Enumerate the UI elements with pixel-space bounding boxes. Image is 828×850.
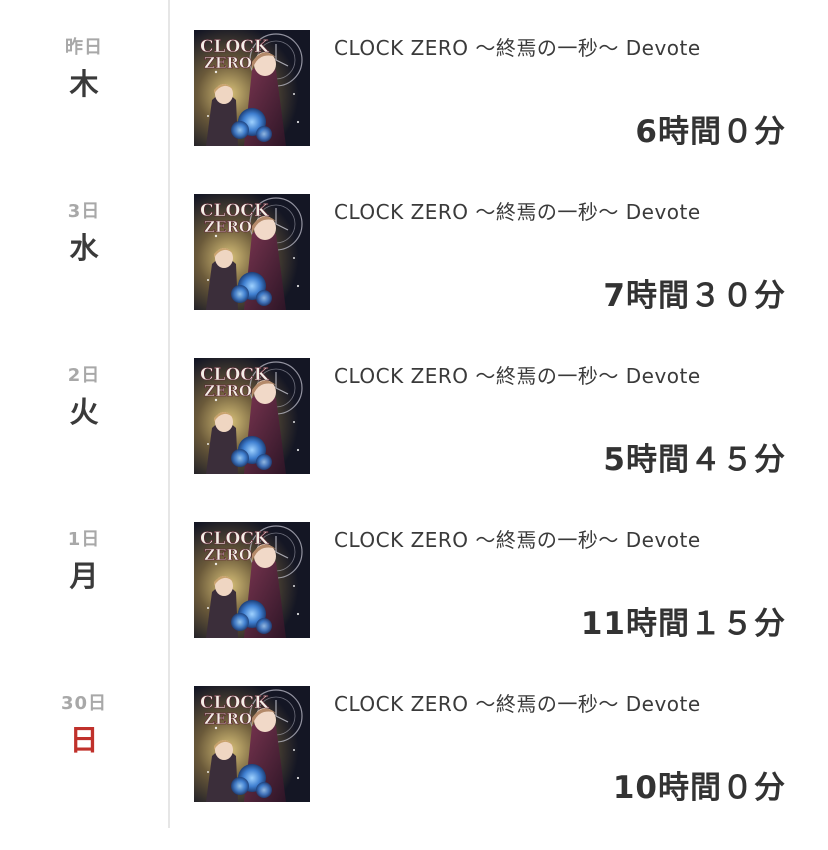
svg-text:ZERO: ZERO xyxy=(204,54,252,72)
game-title[interactable]: CLOCK ZERO 〜終焉の一秒〜 Devote xyxy=(334,360,701,389)
svg-text:ZERO: ZERO xyxy=(204,710,252,728)
play-duration: 7時間３０分 xyxy=(603,278,786,314)
play-history-list: 昨日 木 CLOCK ZERO CLOCK ZERO 〜終焉の一秒〜 Devot… xyxy=(0,0,828,850)
list-item[interactable]: 昨日 木 CLOCK ZERO CLOCK ZERO 〜終焉の一秒〜 Devot… xyxy=(0,30,828,194)
game-cover-image[interactable]: CLOCK ZERO xyxy=(194,522,310,638)
play-duration: 10時間０分 xyxy=(612,770,786,806)
game-cover-image[interactable]: CLOCK ZERO xyxy=(194,686,310,802)
date-column: 2日 火 xyxy=(0,358,168,431)
game-cover-image[interactable]: CLOCK ZERO xyxy=(194,358,310,474)
weekday-label: 火 xyxy=(69,395,99,429)
date-column: 1日 月 xyxy=(0,522,168,595)
game-title[interactable]: CLOCK ZERO 〜終焉の一秒〜 Devote xyxy=(334,196,701,225)
date-label: 3日 xyxy=(67,201,101,222)
weekday-label: 月 xyxy=(69,559,99,593)
game-title[interactable]: CLOCK ZERO 〜終焉の一秒〜 Devote xyxy=(334,524,701,553)
play-duration: 11時間１５分 xyxy=(580,606,786,642)
date-column: 昨日 木 xyxy=(0,30,168,103)
svg-text:ZERO: ZERO xyxy=(204,382,252,400)
play-duration: 5時間４５分 xyxy=(603,442,786,478)
date-label: 30日 xyxy=(60,693,108,714)
game-cover-image[interactable]: CLOCK ZERO xyxy=(194,30,310,146)
weekday-label: 水 xyxy=(69,231,99,265)
list-item[interactable]: 1日 月 CLOCK ZERO CLOCK ZERO 〜終焉の一秒〜 Devot… xyxy=(0,522,828,686)
date-column: 30日 日 xyxy=(0,686,168,759)
weekday-label: 日 xyxy=(69,723,99,757)
list-item[interactable]: 30日 日 CLOCK ZERO CLOCK ZERO 〜終焉の一秒〜 Devo… xyxy=(0,686,828,850)
list-item[interactable]: 3日 水 CLOCK ZERO CLOCK ZERO 〜終焉の一秒〜 Devot… xyxy=(0,194,828,358)
svg-text:ZERO: ZERO xyxy=(204,218,252,236)
date-label: 1日 xyxy=(67,529,101,550)
game-cover-image[interactable]: CLOCK ZERO xyxy=(194,194,310,310)
date-label: 昨日 xyxy=(65,37,103,58)
weekday-label: 木 xyxy=(69,67,99,101)
game-title[interactable]: CLOCK ZERO 〜終焉の一秒〜 Devote xyxy=(334,32,701,61)
date-column: 3日 水 xyxy=(0,194,168,267)
game-title[interactable]: CLOCK ZERO 〜終焉の一秒〜 Devote xyxy=(334,688,701,717)
list-item[interactable]: 2日 火 CLOCK ZERO CLOCK ZERO 〜終焉の一秒〜 Devot… xyxy=(0,358,828,522)
date-label: 2日 xyxy=(67,365,101,386)
play-duration: 6時間０分 xyxy=(635,114,786,150)
svg-text:ZERO: ZERO xyxy=(204,546,252,564)
